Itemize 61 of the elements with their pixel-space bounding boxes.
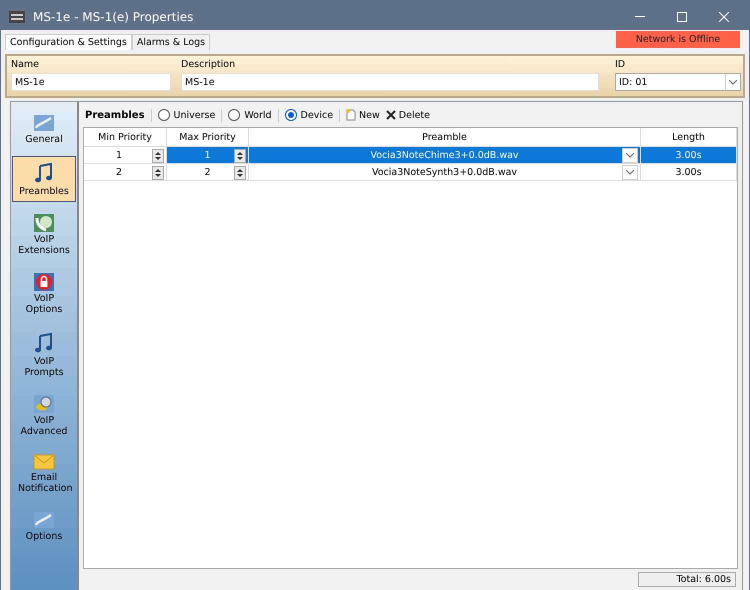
music-note-icon — [34, 162, 54, 184]
maximize-icon[interactable] — [677, 12, 687, 22]
table-cell[interactable]: Vocia3NoteSynth3+0.0dB.wav — [249, 164, 641, 181]
sidebar-item[interactable]: General — [12, 108, 76, 150]
close-icon[interactable] — [719, 12, 729, 22]
delete-icon — [386, 110, 396, 120]
app-logo-icon — [9, 10, 25, 22]
wrench-icon — [33, 114, 55, 132]
section-title: Preambles — [85, 110, 145, 120]
radio-option[interactable]: World — [228, 109, 272, 121]
column-header: Preamble — [249, 128, 641, 146]
radio-option[interactable]: Universe — [158, 109, 216, 121]
table-cell[interactable]: 2 — [84, 164, 167, 181]
lock-icon — [34, 273, 54, 291]
table-cell[interactable]: 1 — [84, 147, 167, 164]
spinner-icon[interactable] — [234, 149, 246, 163]
field-label: Name — [11, 59, 40, 70]
sidebar-item[interactable]: VoIP Prompts — [12, 326, 76, 383]
window-title: MS-1e - MS-1(e) Properties — [33, 10, 194, 24]
gear-icon — [34, 395, 54, 413]
dropdown-caret-icon — [626, 153, 634, 158]
spinner-icon[interactable] — [152, 149, 164, 163]
column-header: Length — [641, 128, 737, 146]
delete-button[interactable]: Delete — [386, 110, 430, 120]
spinner-icon[interactable] — [152, 166, 164, 180]
dropdown-caret-icon — [626, 170, 634, 175]
table-cell: 3.00s — [641, 147, 737, 164]
name-field[interactable]: MS-1e — [11, 73, 171, 91]
sidebar-item[interactable]: Preambles — [12, 156, 76, 202]
total-length: Total: 6.00s — [638, 572, 736, 587]
sidebar-item[interactable]: VoIP Extensions — [12, 208, 76, 261]
new-document-icon — [346, 109, 356, 121]
radio-option[interactable]: Device — [284, 109, 334, 121]
music-note-icon — [34, 332, 54, 354]
new-button[interactable]: New — [346, 109, 380, 121]
dropdown-caret-icon — [729, 80, 737, 84]
column-header: Min Priority — [84, 128, 167, 146]
sidebar-item[interactable]: Email Notification — [12, 448, 76, 499]
table-cell[interactable]: 1 — [167, 147, 249, 164]
wrench-icon — [33, 511, 55, 529]
radio-icon[interactable] — [284, 109, 297, 121]
minimize-icon[interactable] — [635, 16, 645, 18]
spinner-icon[interactable] — [234, 166, 246, 180]
sidebar-item[interactable]: VoIP Options — [12, 267, 76, 320]
table-cell: 3.00s — [641, 164, 737, 181]
radio-icon[interactable] — [228, 109, 240, 121]
tab[interactable]: Alarms & Logs — [132, 34, 210, 50]
sidebar-item[interactable]: VoIP Advanced — [12, 389, 76, 442]
sidebar-item[interactable]: Options — [12, 505, 76, 547]
envelope-icon — [33, 454, 55, 470]
description-field[interactable]: MS-1e — [181, 73, 599, 91]
tab[interactable]: Configuration & Settings — [5, 34, 132, 50]
field-label: ID — [615, 59, 626, 70]
column-header: Max Priority — [167, 128, 249, 146]
field-label: Description — [181, 59, 236, 70]
network-status-banner: Network is Offline — [616, 31, 740, 48]
id-dropdown[interactable]: ID: 01 — [615, 73, 741, 91]
table-cell[interactable]: Vocia3NoteChime3+0.0dB.wav — [249, 147, 641, 164]
phone-icon — [34, 214, 54, 232]
radio-icon[interactable] — [158, 109, 170, 121]
table-cell[interactable]: 2 — [167, 164, 249, 181]
